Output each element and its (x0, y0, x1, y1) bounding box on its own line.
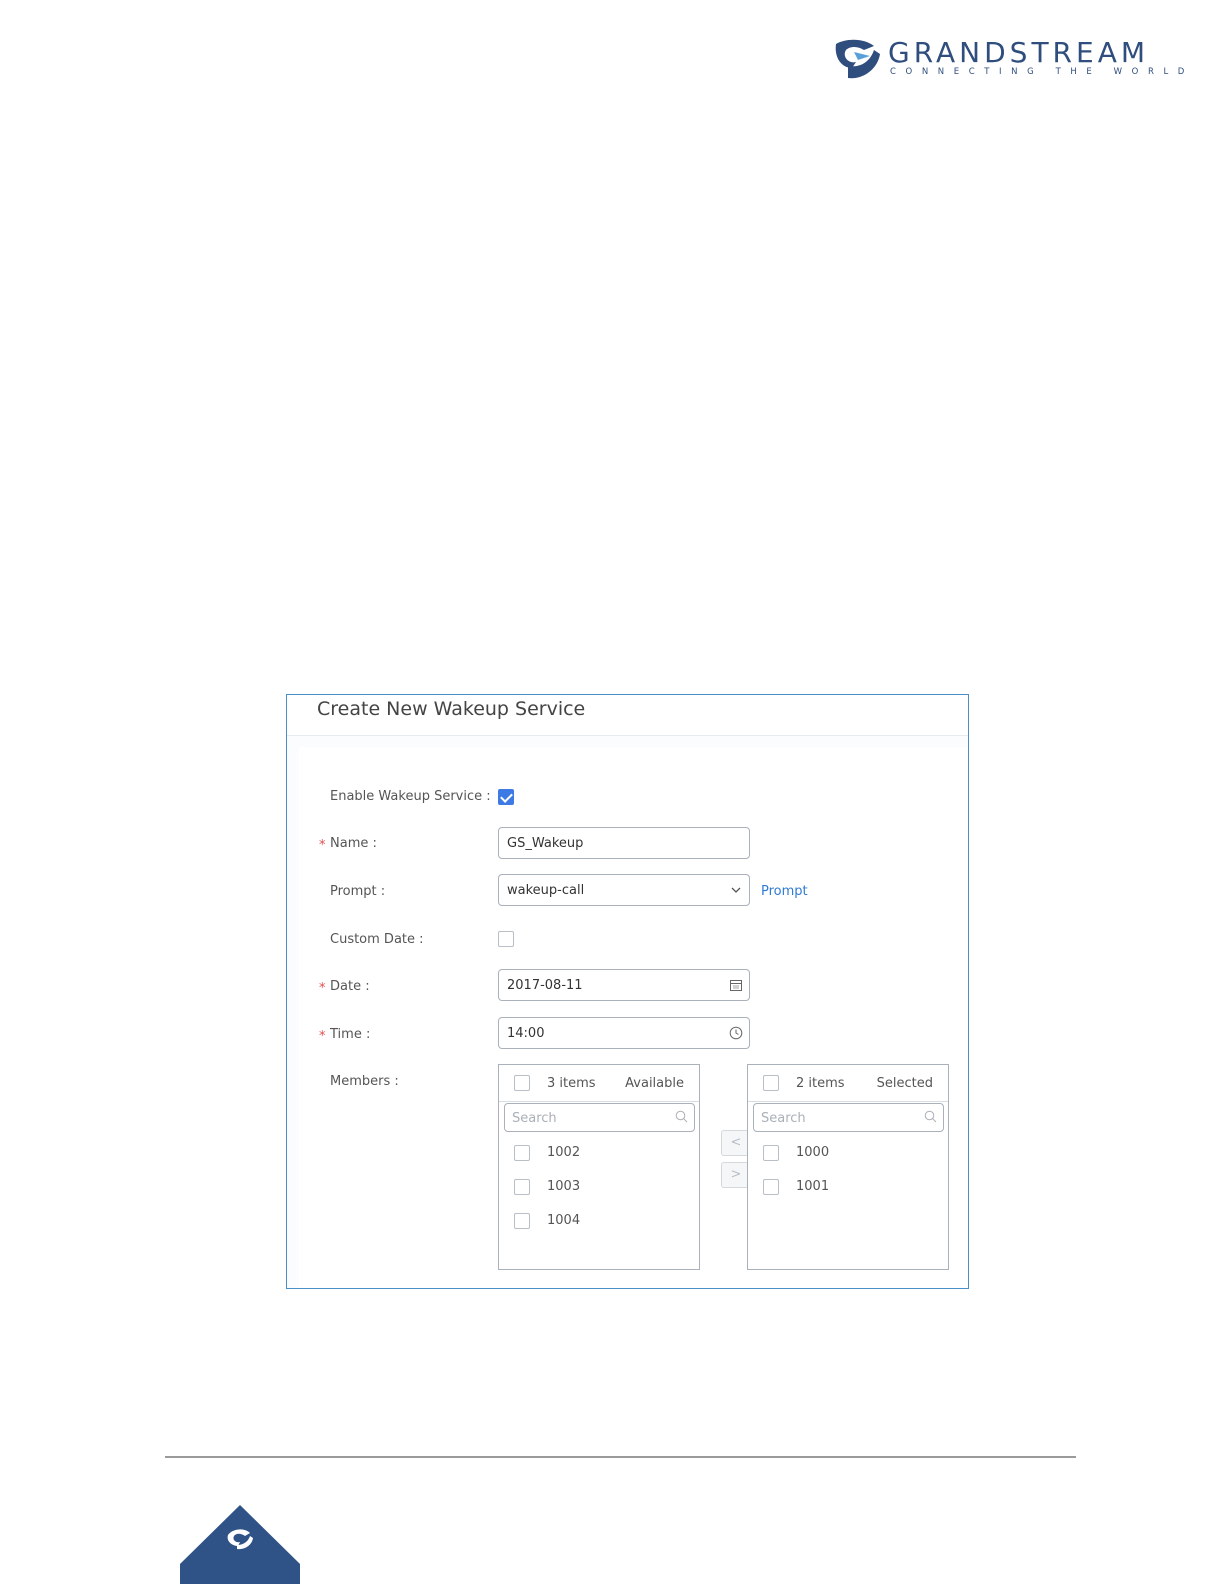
selected-count: 2 items (796, 1076, 845, 1091)
date-input[interactable]: 2017-08-11 (498, 969, 750, 1001)
required-mark: * (319, 838, 326, 853)
item-label: 1000 (796, 1145, 830, 1160)
time-input[interactable]: 14:00 (498, 1017, 750, 1049)
item-checkbox[interactable] (763, 1145, 779, 1161)
item-checkbox[interactable] (514, 1213, 530, 1229)
enable-wakeup-label: Enable Wakeup Service : (330, 789, 491, 804)
dialog-title: Create New Wakeup Service (317, 698, 586, 720)
selected-list-header: 2 items Selected (748, 1065, 948, 1102)
item-label: 1002 (547, 1145, 581, 1160)
custom-date-label: Custom Date : (330, 932, 424, 947)
list-item[interactable]: 1001 (748, 1173, 948, 1201)
date-value: 2017-08-11 (507, 978, 583, 993)
calendar-icon (730, 980, 742, 991)
item-checkbox[interactable] (514, 1145, 530, 1161)
list-item[interactable]: 1000 (748, 1139, 948, 1167)
list-item[interactable]: 1002 (499, 1139, 699, 1167)
item-label: 1003 (547, 1179, 581, 1194)
dialog-body: Enable Wakeup Service : * Name : GS_Wake… (299, 747, 968, 1288)
selected-search-input[interactable]: Search (753, 1103, 944, 1132)
grandstream-footer-logo-icon (180, 1505, 300, 1584)
selected-members-list: 2 items Selected Search 1000 1001 (747, 1064, 949, 1270)
item-checkbox[interactable] (514, 1179, 530, 1195)
chevron-down-icon (731, 887, 741, 893)
brand-tagline: CONNECTING THE WORLD (890, 67, 1194, 77)
clock-icon (729, 1026, 743, 1040)
grandstream-logo-icon (835, 39, 880, 79)
required-mark: * (319, 1029, 326, 1044)
available-title: Available (625, 1076, 684, 1091)
prompt-label: Prompt : (330, 884, 386, 899)
selected-title: Selected (876, 1076, 933, 1091)
brand-name: GRANDSTREAM (888, 36, 1150, 69)
list-item[interactable]: 1004 (499, 1207, 699, 1235)
custom-date-checkbox[interactable] (498, 931, 514, 947)
available-members-list: 3 items Available Search 1002 1003 1004 (498, 1064, 700, 1270)
date-label: Date : (330, 979, 370, 994)
prompt-select[interactable]: wakeup-call (498, 874, 750, 906)
grandstream-logo: GRANDSTREAM CONNECTING THE WORLD (834, 36, 1184, 84)
time-label: Time : (330, 1027, 371, 1042)
search-icon (675, 1110, 688, 1123)
footer-divider (165, 1456, 1076, 1458)
selected-search-placeholder: Search (761, 1111, 806, 1126)
available-list-header: 3 items Available (499, 1065, 699, 1102)
list-item[interactable]: 1003 (499, 1173, 699, 1201)
available-count: 3 items (547, 1076, 596, 1091)
name-label: Name : (330, 836, 377, 851)
item-label: 1001 (796, 1179, 830, 1194)
prompt-select-value: wakeup-call (507, 883, 585, 898)
search-icon (924, 1110, 937, 1123)
members-label: Members : (330, 1074, 399, 1089)
create-wakeup-dialog: Create New Wakeup Service Enable Wakeup … (286, 694, 969, 1289)
available-select-all-checkbox[interactable] (514, 1075, 530, 1091)
required-mark: * (319, 981, 326, 996)
selected-select-all-checkbox[interactable] (763, 1075, 779, 1091)
prompt-link[interactable]: Prompt (761, 884, 808, 899)
time-value: 14:00 (507, 1026, 545, 1041)
available-search-input[interactable]: Search (504, 1103, 695, 1132)
item-label: 1004 (547, 1213, 581, 1228)
dialog-header: Create New Wakeup Service (287, 695, 968, 736)
item-checkbox[interactable] (763, 1179, 779, 1195)
enable-wakeup-checkbox[interactable] (498, 789, 514, 805)
available-search-placeholder: Search (512, 1111, 557, 1126)
name-input[interactable]: GS_Wakeup (498, 827, 750, 859)
